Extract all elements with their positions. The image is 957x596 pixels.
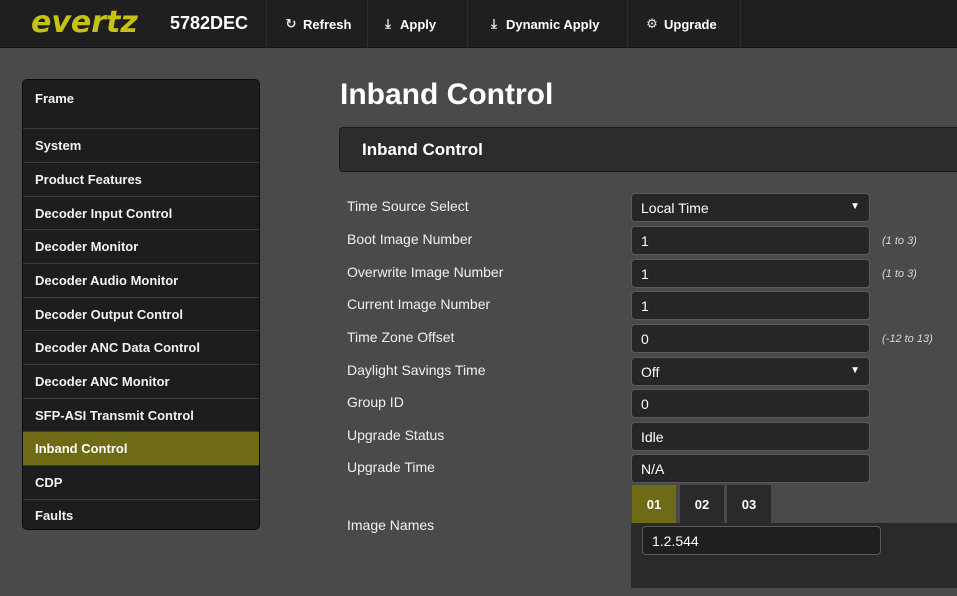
sidebar-item-decoder-audio-monitor[interactable]: Decoder Audio Monitor [23, 263, 259, 297]
top-toolbar: evertz 5782DEC ↻ Refresh ⤓ Apply ⤓ Dynam… [0, 0, 957, 48]
time-source-select-label: Time Source Select [347, 198, 469, 214]
download-arrow-icon: ⤓ [491, 16, 497, 31]
sidebar-nav: Frame System Product Features Decoder In… [22, 79, 260, 530]
time-source-select[interactable]: Local Time ▼ [631, 193, 870, 222]
upgrade-time-label: Upgrade Time [347, 459, 435, 475]
image-tab-03[interactable]: 03 [727, 485, 771, 523]
toolbar-divider [467, 0, 468, 48]
sidebar-item-decoder-output-control[interactable]: Decoder Output Control [23, 297, 259, 330]
sidebar-item-decoder-anc-data-control[interactable]: Decoder ANC Data Control [23, 330, 259, 364]
image-names-label: Image Names [347, 517, 435, 533]
toolbar-divider [266, 0, 267, 48]
sidebar-item-decoder-anc-monitor[interactable]: Decoder ANC Monitor [23, 364, 259, 398]
evertz-logo: evertz [31, 5, 138, 40]
image-tab-01[interactable]: 01 [632, 485, 676, 523]
refresh-label: Refresh [303, 16, 352, 32]
upgrade-button[interactable]: ⚙ Upgrade [645, 0, 717, 48]
group-id-input[interactable]: 0 [631, 389, 870, 418]
download-arrow-icon: ⤓ [385, 16, 391, 31]
sidebar-item-decoder-input-control[interactable]: Decoder Input Control [23, 196, 259, 229]
chevron-down-icon: ▼ [850, 201, 860, 212]
sidebar-item-cdp[interactable]: CDP [23, 465, 259, 499]
time-zone-offset-input[interactable]: 0 [631, 324, 870, 353]
refresh-icon: ↻ [285, 16, 297, 31]
daylight-savings-time-label: Daylight Savings Time [347, 362, 486, 378]
sidebar-item-product-features[interactable]: Product Features [23, 162, 259, 196]
time-zone-offset-label: Time Zone Offset [347, 329, 455, 345]
toolbar-divider [627, 0, 628, 48]
overwrite-image-number-label: Overwrite Image Number [347, 264, 504, 280]
apply-label: Apply [400, 16, 437, 32]
image-name-input[interactable]: 1.2.544 [642, 526, 881, 555]
upgrade-status-field: Idle [631, 422, 870, 451]
device-model: 5782DEC [170, 13, 249, 33]
sidebar-item-sfp-asi-transmit-control[interactable]: SFP-ASI Transmit Control [23, 398, 259, 431]
current-image-number-label: Current Image Number [347, 296, 491, 312]
overwrite-image-number-range: (1 to 3) [882, 268, 917, 280]
upgrade-time-field: N/A [631, 454, 870, 483]
chevron-down-icon: ▼ [850, 365, 860, 376]
daylight-savings-time-select[interactable]: Off ▼ [631, 357, 870, 386]
sidebar-item-system[interactable]: System [23, 128, 259, 162]
gear-icon: ⚙ [646, 16, 658, 31]
page-title: Inband Control [340, 78, 554, 111]
dynamic-apply-label: Dynamic Apply [506, 16, 600, 32]
refresh-button[interactable]: ↻ Refresh [284, 0, 352, 48]
time-zone-offset-range: (-12 to 13) [882, 333, 933, 345]
boot-image-number-range: (1 to 3) [882, 235, 917, 247]
overwrite-image-number-input[interactable]: 1 [631, 259, 870, 288]
toolbar-divider [367, 0, 368, 48]
sidebar-item-inband-control[interactable]: Inband Control [23, 431, 259, 465]
boot-image-number-label: Boot Image Number [347, 231, 473, 247]
dynamic-apply-button[interactable]: ⤓ Dynamic Apply [487, 0, 599, 48]
sidebar-item-faults[interactable]: Faults [23, 499, 259, 529]
toolbar-divider [740, 0, 741, 48]
group-id-label: Group ID [347, 394, 404, 410]
daylight-savings-time-value: Off [641, 363, 660, 380]
section-header: Inband Control [339, 127, 957, 172]
apply-button[interactable]: ⤓ Apply [381, 0, 436, 48]
time-source-select-value: Local Time [641, 199, 709, 216]
sidebar-item-frame[interactable]: Frame [23, 80, 259, 117]
sidebar-item-decoder-monitor[interactable]: Decoder Monitor [23, 229, 259, 263]
image-tab-02[interactable]: 02 [680, 485, 724, 523]
upgrade-status-label: Upgrade Status [347, 427, 445, 443]
boot-image-number-input[interactable]: 1 [631, 226, 870, 255]
upgrade-label: Upgrade [664, 16, 717, 32]
current-image-number-field: 1 [631, 291, 870, 320]
